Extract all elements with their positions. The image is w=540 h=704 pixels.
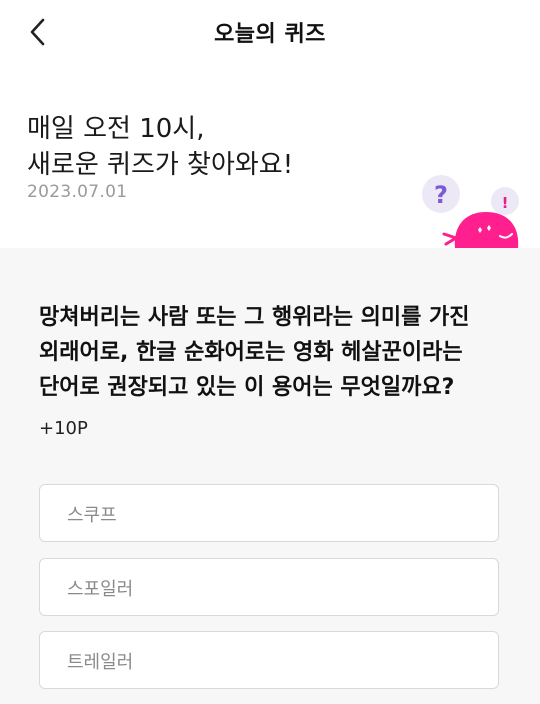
question-mark: ? bbox=[434, 181, 448, 209]
hero-line-2: 새로운 퀴즈가 찾아와요! bbox=[27, 150, 294, 180]
quiz-character-illustration: ? ! bbox=[422, 175, 519, 248]
answer-option-1[interactable]: 스쿠프 bbox=[39, 484, 499, 542]
header: 오늘의 퀴즈 bbox=[0, 0, 540, 64]
quiz-points: +10P bbox=[39, 418, 88, 439]
answer-option-3[interactable]: 트레일러 bbox=[39, 631, 499, 689]
exclamation-mark: ! bbox=[502, 194, 509, 212]
pink-blob-character bbox=[454, 212, 519, 248]
answer-option-label: 트레일러 bbox=[67, 652, 134, 673]
hero-line-1: 매일 오전 10시, bbox=[27, 114, 205, 144]
answer-option-label: 스포일러 bbox=[67, 579, 134, 600]
quiz-body: 망쳐버리는 사람 또는 그 행위라는 의미를 가진 외래어로, 한글 순화어로는… bbox=[0, 248, 540, 704]
quiz-date: 2023.07.01 bbox=[27, 182, 128, 202]
hero-section: 매일 오전 10시, 새로운 퀴즈가 찾아와요! 2023.07.01 ? ! bbox=[0, 64, 540, 248]
answer-option-label: 스쿠프 bbox=[67, 505, 117, 526]
page-title: 오늘의 퀴즈 bbox=[214, 22, 326, 47]
quiz-question: 망쳐버리는 사람 또는 그 행위라는 의미를 가진 외래어로, 한글 순화어로는… bbox=[39, 305, 470, 400]
answer-option-2[interactable]: 스포일러 bbox=[39, 558, 499, 616]
